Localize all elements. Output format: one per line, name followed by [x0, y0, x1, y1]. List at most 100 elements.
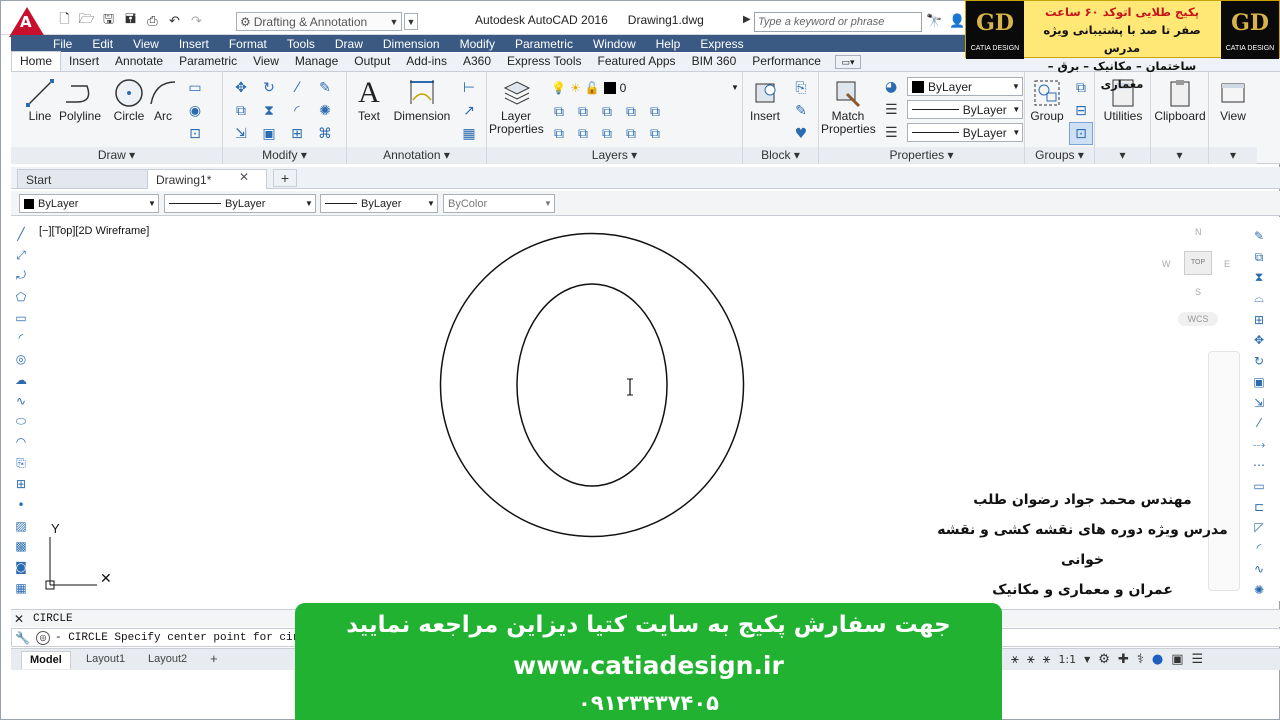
polyline-button[interactable]: Polyline — [53, 76, 107, 130]
wrench-icon[interactable]: 🔧 — [15, 631, 30, 645]
menu-draw[interactable]: Draw — [323, 37, 371, 51]
tab-performance[interactable]: Performance — [744, 52, 829, 71]
color-wheel-icon[interactable]: ◕ — [885, 79, 897, 95]
break-point-icon[interactable]: ⋯ — [1251, 456, 1267, 475]
lineweight-dropdown[interactable]: ByLayer ▼ — [907, 123, 1023, 142]
layer-match-icon[interactable]: ⧉ — [547, 101, 571, 123]
layout-tab-layout1[interactable]: Layout1 — [78, 651, 133, 669]
dimension-button[interactable]: Dimension — [391, 76, 453, 130]
fillet-icon[interactable]: ◜ — [283, 99, 311, 122]
circle-tool-icon[interactable]: ◎ — [13, 350, 29, 369]
layer-previous-icon[interactable]: ⧉ — [571, 101, 595, 123]
mirror-tool-icon[interactable]: ⧗ — [1251, 269, 1267, 288]
viewcube-top-face[interactable]: TOP — [1184, 251, 1212, 275]
edit-block-icon[interactable]: ✎ — [789, 99, 813, 122]
rectangle-tool-icon[interactable]: ▭ — [13, 308, 29, 327]
erase-icon[interactable]: ✎ — [311, 76, 339, 99]
linear-dim-icon[interactable]: ⊢ — [457, 76, 481, 99]
save-icon[interactable]: 🖫 — [99, 12, 118, 31]
customize-qat-button[interactable]: ▼ — [404, 13, 418, 30]
layer-unlock-icon[interactable]: ⧉ — [595, 123, 619, 145]
spline-icon[interactable]: ∿ — [13, 391, 29, 410]
tab-featured-apps[interactable]: Featured Apps — [590, 52, 684, 71]
tab-a360[interactable]: A360 — [455, 52, 499, 71]
save-as-icon[interactable]: 🖬 — [121, 12, 140, 31]
toolbar-lineweight-dropdown[interactable]: ByLayer ▼ — [320, 194, 438, 213]
annotation-monitor-icon[interactable]: ✚ — [1118, 652, 1129, 667]
tab-home[interactable]: Home — [11, 51, 62, 71]
stretch-icon[interactable]: ⇲ — [227, 122, 255, 145]
viewcube-north[interactable]: N — [1195, 227, 1202, 237]
color-dropdown[interactable]: ByLayer ▼ — [907, 77, 1023, 96]
copy-tool-icon[interactable]: ⧉ — [1251, 248, 1267, 267]
table-tool-icon[interactable]: ▦ — [13, 579, 29, 598]
layer-walk-icon[interactable]: ⧉ — [643, 101, 667, 123]
tab-parametric[interactable]: Parametric — [171, 52, 245, 71]
print-icon[interactable]: ⎙ — [143, 12, 162, 31]
ellipse-icon[interactable]: ⬭ — [13, 412, 29, 431]
redo-icon[interactable]: ↷ — [187, 12, 206, 31]
tab-express-tools[interactable]: Express Tools — [499, 52, 589, 71]
open-file-icon[interactable]: 🗁 — [77, 12, 96, 31]
wcs-menu[interactable]: WCS — [1178, 312, 1218, 326]
workspace-dropdown[interactable]: ⚙ Drafting & Annotation ▼ — [236, 12, 402, 31]
break-icon[interactable]: ▭ — [1251, 476, 1267, 495]
scale-icon[interactable]: ▣ — [255, 122, 283, 145]
revcloud-icon[interactable]: ☁ — [13, 371, 29, 390]
move-tool-icon[interactable]: ✥ — [1251, 331, 1267, 350]
fillet-tool-icon[interactable]: ◜ — [1251, 539, 1267, 558]
trim-icon[interactable]: ⁄ — [283, 76, 311, 99]
insert-button[interactable]: Insert — [745, 76, 785, 130]
panel-title-layers[interactable]: Layers ▾ — [487, 147, 742, 164]
menu-modify[interactable]: Modify — [448, 37, 503, 51]
clean-screen-icon[interactable]: ▣ — [1171, 652, 1183, 667]
join-icon[interactable]: ⊏ — [1251, 497, 1267, 516]
layer-lock-icon[interactable]: ⧉ — [571, 123, 595, 145]
annotation-visibility-icon[interactable]: ⚹ — [1011, 652, 1019, 667]
binoculars-icon[interactable]: 🔭 — [925, 12, 944, 31]
layer-merge-icon[interactable]: ⧉ — [619, 123, 643, 145]
tab-manage[interactable]: Manage — [287, 52, 346, 71]
layer-isolate-icon[interactable]: ⧉ — [595, 101, 619, 123]
hatch-icon[interactable]: ◉ — [183, 99, 207, 122]
toolbar-plotstyle-dropdown[interactable]: ByColor ▼ — [443, 194, 555, 213]
viewcube-west[interactable]: W — [1162, 259, 1171, 269]
text-button[interactable]: A Text — [349, 76, 389, 130]
tab-bim-360[interactable]: BIM 360 — [684, 52, 745, 71]
group-edit-icon[interactable]: ⊟ — [1069, 99, 1093, 122]
autoscale-icon[interactable]: ⚹ — [1027, 652, 1035, 667]
command-input[interactable]: - CIRCLE Specify center point for cir — [55, 632, 299, 644]
panel-title-annotation[interactable]: Annotation ▾ — [347, 147, 486, 164]
create-block-icon[interactable]: ⎘ — [789, 76, 813, 99]
layer-freeze-icon[interactable]: ⧉ — [619, 101, 643, 123]
array-tool-icon[interactable]: ⊞ — [1251, 310, 1267, 329]
units-icon[interactable]: ⚕ — [1137, 652, 1144, 667]
match-properties-button[interactable]: Match Properties — [821, 76, 876, 136]
toolbar-linetype-dropdown[interactable]: ByLayer ▼ — [164, 194, 316, 213]
menu-insert[interactable]: Insert — [167, 37, 217, 51]
lineweight-icon[interactable]: ☰ — [885, 125, 898, 141]
group-select-icon[interactable]: ⊡ — [1069, 122, 1093, 145]
point-icon[interactable]: • — [13, 495, 29, 514]
outer-circle[interactable] — [439, 232, 745, 538]
menu-format[interactable]: Format — [217, 37, 275, 51]
explode-icon[interactable]: ✺ — [311, 99, 339, 122]
search-expand-icon[interactable]: ▶ — [743, 14, 751, 25]
blend-icon[interactable]: ∿ — [1251, 560, 1267, 579]
viewcube-east[interactable]: E — [1224, 259, 1230, 269]
tab-insert[interactable]: Insert — [61, 52, 107, 71]
add-layout-button[interactable]: + — [204, 651, 224, 669]
chamfer-icon[interactable]: ◸ — [1251, 518, 1267, 537]
panel-title-modify[interactable]: Modify ▾ — [223, 147, 346, 164]
customization-icon[interactable]: ☰ — [1192, 652, 1204, 667]
scale-tool-icon[interactable]: ▣ — [1251, 372, 1267, 391]
tab-add-ins[interactable]: Add-ins — [398, 52, 455, 71]
rotate-icon[interactable]: ↻ — [255, 76, 283, 99]
menu-help[interactable]: Help — [644, 37, 689, 51]
polyline-tool-icon[interactable]: ⤾ — [13, 267, 29, 286]
search-input[interactable]: Type a keyword or phrase — [754, 12, 922, 32]
menu-window[interactable]: Window — [581, 37, 644, 51]
close-icon[interactable]: ✕ — [239, 170, 249, 184]
make-block-icon[interactable]: ⊞ — [13, 475, 29, 494]
menu-view[interactable]: View — [121, 37, 167, 51]
